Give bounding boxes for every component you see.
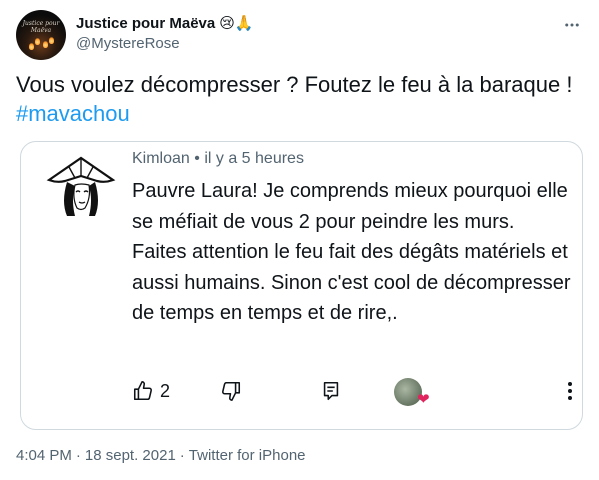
- footer-sep: ·: [179, 447, 185, 464]
- tweet-source[interactable]: Twitter for iPhone: [189, 447, 306, 464]
- commenter-avatar: [46, 156, 116, 216]
- tweet-header: Justice pour Maëva Justice pour Maëva 😢🙏…: [16, 10, 583, 62]
- comment-icon: [323, 381, 339, 401]
- thumbs-down-icon: [222, 381, 241, 401]
- author-info: Justice pour Maëva 😢🙏 @MystereRose: [76, 14, 254, 54]
- tweet-date[interactable]: 18 sept. 2021: [85, 447, 176, 464]
- meta-separator: •: [194, 150, 200, 167]
- dislike-button[interactable]: [220, 380, 242, 402]
- author-name-text: Justice pour Maëva: [76, 15, 216, 32]
- like-count: 2: [160, 380, 171, 401]
- comment-text: Pauvre Laura! Je comprends mieux pourquo…: [132, 180, 571, 324]
- thumbs-up-icon: [133, 381, 152, 401]
- embedded-comment-card[interactable]: Kimloan • il y a 5 heures Pauvre Laura! …: [20, 141, 583, 430]
- comment-actions: 2 ❤: [132, 378, 574, 410]
- tweet-time[interactable]: 4:04 PM: [16, 447, 72, 464]
- candle-flame-icon: [29, 43, 34, 50]
- comment-time: il y a 5 heures: [204, 150, 304, 167]
- author-avatar[interactable]: Justice pour Maëva: [16, 10, 66, 60]
- more-options-icon[interactable]: [561, 14, 583, 36]
- commenter-name[interactable]: Kimloan: [132, 150, 190, 167]
- reply-button[interactable]: [320, 380, 342, 402]
- candle-flame-icon: [49, 37, 54, 44]
- tweet-footer: 4:04 PM · 18 sept. 2021 · Twitter for iPhone: [16, 447, 306, 464]
- candle-flame-icon: [43, 41, 48, 48]
- candle-flame-icon: [35, 38, 40, 45]
- footer-sep: ·: [75, 447, 81, 464]
- more-vertical-icon[interactable]: [566, 380, 574, 408]
- comment-meta: Kimloan • il y a 5 heures: [132, 148, 304, 170]
- heart-icon: ❤: [417, 391, 430, 408]
- author-handle[interactable]: @MystereRose: [76, 34, 254, 54]
- vertical-dots-icon: [568, 382, 572, 400]
- author-emoji: 😢🙏: [219, 15, 254, 32]
- author-display-name[interactable]: Justice pour Maëva 😢🙏: [76, 14, 254, 34]
- more-horizontal-icon: [565, 23, 579, 27]
- tweet-body: Vous voulez décompresser ? Foutez le feu…: [16, 72, 573, 97]
- like-button[interactable]: 2: [132, 380, 170, 402]
- tweet-text: Vous voulez décompresser ? Foutez le feu…: [16, 70, 581, 128]
- avatar-text: Justice pour Maëva: [22, 20, 60, 34]
- hashtag-link[interactable]: #mavachou: [16, 101, 130, 126]
